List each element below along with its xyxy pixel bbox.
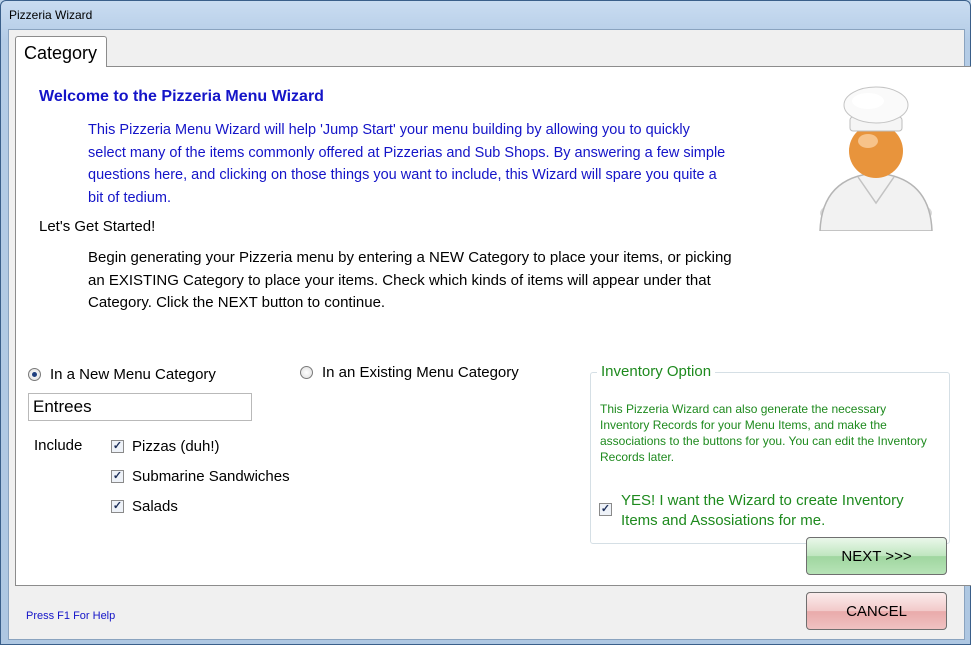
window-title: Pizzeria Wizard <box>9 8 93 22</box>
inventory-create-checkbox[interactable]: ✓ YES! I want the Wizard to create Inven… <box>599 491 921 531</box>
pizzas-checkbox[interactable]: ✓ <box>111 440 124 453</box>
radio-existing-dot[interactable] <box>300 366 313 379</box>
inventory-checkbox-label: YES! I want the Wizard to create Invento… <box>621 492 904 529</box>
radio-new-label: In a New Menu Category <box>50 366 216 383</box>
category-panel: Welcome to the Pizzeria Menu Wizard This… <box>15 66 971 586</box>
radio-new-dot[interactable] <box>28 368 41 381</box>
cancel-button[interactable]: CANCEL <box>806 592 947 630</box>
checkbox-subs[interactable]: ✓ Submarine Sandwiches <box>111 468 290 485</box>
include-label: Include <box>34 437 83 454</box>
title-bar[interactable]: Pizzeria Wizard <box>1 1 970 29</box>
tab-category-label: Category <box>24 43 98 63</box>
radio-existing-label: In an Existing Menu Category <box>322 364 519 381</box>
client-area: Category Welcome to the Pizzeria Menu Wi… <box>8 29 971 640</box>
checkbox-salads[interactable]: ✓ Salads <box>111 498 178 515</box>
inventory-description: This Pizzeria Wizard can also generate t… <box>600 402 927 464</box>
welcome-title: Welcome to the Pizzeria Menu Wizard <box>39 88 324 105</box>
subs-checkbox[interactable]: ✓ <box>111 470 124 483</box>
next-button[interactable]: NEXT >>> <box>806 537 947 575</box>
radio-new-category[interactable]: In a New Menu Category <box>28 366 216 383</box>
help-hint: Press F1 For Help <box>26 610 116 622</box>
inventory-option-title: Inventory Option <box>597 363 716 380</box>
chef-avatar-icon <box>819 86 933 231</box>
radio-existing-category[interactable]: In an Existing Menu Category <box>300 364 519 381</box>
salads-label: Salads <box>132 498 178 515</box>
inventory-option-group: Inventory Option This Pizzeria Wizard ca… <box>590 363 950 544</box>
salads-checkbox[interactable]: ✓ <box>111 500 124 513</box>
pizzas-label: Pizzas (duh!) <box>132 438 220 455</box>
subs-label: Submarine Sandwiches <box>132 468 290 485</box>
wizard-window: Pizzeria Wizard Category Welcome to the … <box>0 0 971 645</box>
category-name-input[interactable] <box>28 393 252 421</box>
started-title: Let's Get Started! <box>39 218 156 235</box>
inventory-checkbox[interactable]: ✓ <box>599 503 612 516</box>
tab-category[interactable]: Category <box>15 36 107 67</box>
started-body: Begin generating your Pizzeria menu by e… <box>88 249 732 311</box>
checkbox-pizzas[interactable]: ✓ Pizzas (duh!) <box>111 438 220 455</box>
welcome-body: This Pizzeria Menu Wizard will help 'Jum… <box>88 122 726 206</box>
